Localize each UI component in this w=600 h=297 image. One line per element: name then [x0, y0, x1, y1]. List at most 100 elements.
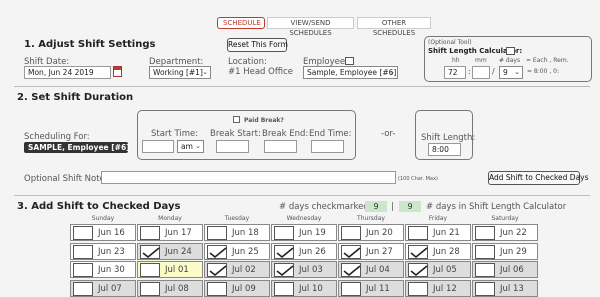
calendar-day-cell[interactable]: Jul 12 — [405, 280, 471, 297]
day-checkbox[interactable] — [408, 263, 428, 277]
calendar-day-cell[interactable]: Jul 07 — [70, 280, 136, 297]
day-checkbox[interactable] — [73, 282, 93, 296]
calendar-day-cell[interactable]: Jun 29 — [472, 243, 538, 260]
calendar-day-cell[interactable]: Jul 09 — [204, 280, 270, 297]
employee-select[interactable]: Sample, Employee [#6] ⌄ — [303, 66, 398, 79]
calendar-day-cell[interactable]: Jun 30 — [70, 261, 136, 278]
add-shift-button[interactable]: Add Shift to Checked Days — [488, 171, 589, 185]
day-checkbox[interactable] — [341, 226, 361, 240]
day-checkbox[interactable] — [73, 263, 93, 277]
or-label: -or- — [381, 129, 396, 139]
calendar-day-cell[interactable]: Jul 10 — [271, 280, 337, 297]
calculator-hh-input[interactable]: 72 — [444, 66, 466, 79]
calendar-day-cell[interactable]: Jun 23 — [70, 243, 136, 260]
search-icon[interactable] — [345, 57, 354, 65]
break-end-input[interactable] — [264, 140, 297, 153]
calendar-day-cell[interactable]: Jul 04 — [338, 261, 404, 278]
calendar-day-cell[interactable]: Jun 27 — [338, 243, 404, 260]
day-checkbox[interactable] — [140, 245, 160, 259]
calendar-day-cell[interactable]: Jul 02 — [204, 261, 270, 278]
end-time-input[interactable] — [311, 140, 344, 153]
days-in-calculator-label: # days in Shift Length Calculator — [426, 202, 567, 212]
department-select[interactable]: Working [#1] ⌄ — [149, 66, 211, 79]
calculator-days-select[interactable]: 9 ⌄ — [499, 66, 523, 79]
day-label: Jul 05 — [433, 265, 457, 275]
day-of-week-header: Friday — [428, 215, 448, 222]
day-of-week-header: Thursday — [357, 215, 385, 222]
day-checkbox[interactable] — [140, 226, 160, 240]
day-checkbox[interactable] — [475, 282, 495, 296]
paid-break-checkbox[interactable] — [233, 116, 240, 123]
day-checkbox[interactable] — [274, 245, 294, 259]
days-checkmarked-label: # days checkmarked: — [279, 202, 372, 212]
day-checkbox[interactable] — [207, 263, 227, 277]
day-checkbox[interactable] — [207, 282, 227, 296]
calendar-day-cell[interactable]: Jun 20 — [338, 224, 404, 241]
break-start-label: Break Start: — [210, 129, 261, 139]
day-checkbox[interactable] — [408, 282, 428, 296]
day-label: Jun 23 — [98, 247, 125, 257]
calendar-day-cell[interactable]: Jun 25 — [204, 243, 270, 260]
chevron-down-icon: ⌄ — [195, 142, 201, 150]
shift-length-input[interactable]: 8:00 — [428, 143, 461, 156]
calendar-day-cell[interactable]: Jun 17 — [137, 224, 203, 241]
day-checkbox[interactable] — [408, 245, 428, 259]
calendar-day-cell[interactable]: Jun 26 — [271, 243, 337, 260]
calendar-day-cell[interactable]: Jun 19 — [271, 224, 337, 241]
calculator-mm-input[interactable] — [472, 66, 490, 79]
tab-view-send-schedules[interactable]: VIEW/SEND SCHEDULES — [267, 17, 354, 37]
calendar-day-cell[interactable]: Jul 03 — [271, 261, 337, 278]
start-time-input[interactable] — [142, 140, 174, 153]
tab-schedule[interactable]: SCHEDULE — [217, 17, 265, 29]
tab-other-schedules[interactable]: OTHER SCHEDULES — [357, 17, 431, 37]
calendar-day-cell[interactable]: Jun 16 — [70, 224, 136, 241]
start-ampm-select[interactable]: am ⌄ — [177, 140, 204, 153]
department-value: Working [#1] — [153, 68, 203, 77]
day-label: Jun 30 — [98, 265, 125, 275]
calendar-day-cell[interactable]: Jul 05 — [405, 261, 471, 278]
calendar-day-cell[interactable]: Jun 28 — [405, 243, 471, 260]
chevron-down-icon: ⌄ — [514, 68, 520, 76]
day-checkbox[interactable] — [140, 282, 160, 296]
calendar-day-cell[interactable]: Jun 24 — [137, 243, 203, 260]
calculator-search-icon[interactable] — [506, 47, 515, 55]
calendar-day-cell[interactable]: Jul 11 — [338, 280, 404, 297]
day-label: Jun 27 — [366, 247, 393, 257]
shift-note-input[interactable] — [101, 171, 396, 184]
calendar-day-cell[interactable]: Jul 08 — [137, 280, 203, 297]
calendar-day-cell[interactable]: Jun 22 — [472, 224, 538, 241]
day-label: Jul 11 — [366, 284, 390, 294]
calculator-days-value: 9 — [503, 68, 508, 77]
calendar-day-cell[interactable]: Jul 01 — [137, 261, 203, 278]
days-separator: | — [391, 202, 394, 212]
shift-length-label: Shift Length: — [421, 133, 476, 143]
calendar-day-cell[interactable]: Jun 21 — [405, 224, 471, 241]
break-start-input[interactable] — [216, 140, 249, 153]
divider — [14, 195, 590, 196]
day-checkbox[interactable] — [140, 263, 160, 277]
day-checkbox[interactable] — [341, 282, 361, 296]
day-checkbox[interactable] — [341, 263, 361, 277]
day-checkbox[interactable] — [73, 245, 93, 259]
day-label: Jun 21 — [433, 228, 460, 238]
calendar-icon[interactable] — [113, 66, 122, 77]
reset-form-button[interactable]: Reset This Form — [227, 38, 288, 52]
day-checkbox[interactable] — [274, 226, 294, 240]
scheduling-for-badge: SAMPLE, Employee [#6] — [24, 142, 130, 153]
calendar-day-cell[interactable]: Jul 13 — [472, 280, 538, 297]
day-checkbox[interactable] — [274, 282, 294, 296]
day-checkbox[interactable] — [475, 263, 495, 277]
day-checkbox[interactable] — [207, 226, 227, 240]
day-checkbox[interactable] — [475, 245, 495, 259]
shift-note-max-label: (100 Char. Max) — [398, 176, 438, 182]
shift-date-input[interactable]: Mon, Jun 24 2019 — [24, 66, 111, 79]
day-label: Jun 16 — [98, 228, 125, 238]
calendar-day-cell[interactable]: Jun 18 — [204, 224, 270, 241]
calendar-day-cell[interactable]: Jul 06 — [472, 261, 538, 278]
day-checkbox[interactable] — [475, 226, 495, 240]
day-checkbox[interactable] — [274, 263, 294, 277]
day-checkbox[interactable] — [408, 226, 428, 240]
day-checkbox[interactable] — [341, 245, 361, 259]
day-checkbox[interactable] — [207, 245, 227, 259]
day-checkbox[interactable] — [73, 226, 93, 240]
